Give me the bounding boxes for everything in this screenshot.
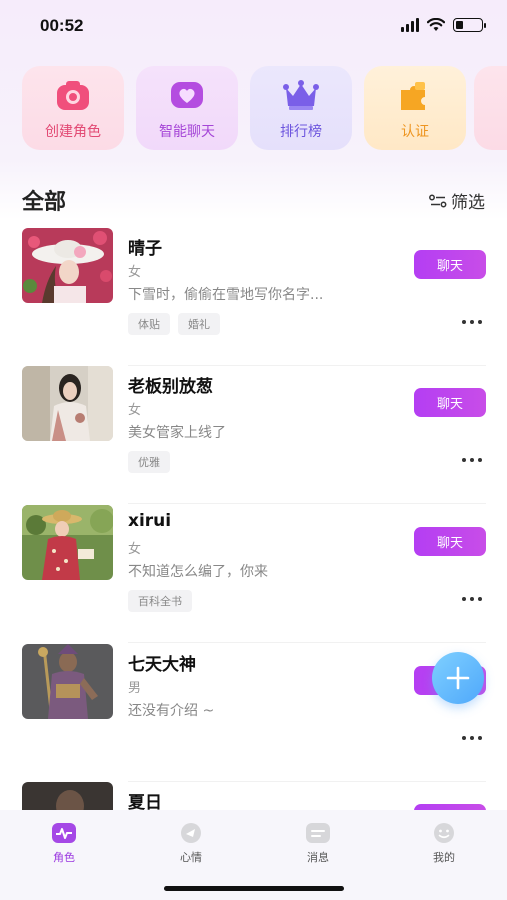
character-desc: 不知道怎么编了，你来 [128, 564, 268, 580]
tab-profile[interactable]: 我的 [404, 822, 484, 865]
divider [128, 642, 486, 643]
section-title: 全部 [22, 190, 67, 215]
character-avatar [22, 228, 113, 303]
character-desc: 还没有介绍 ~ [128, 703, 215, 719]
character-avatar [22, 505, 113, 580]
filter-label: 筛选 [451, 193, 485, 213]
status-time: 00:52 [40, 16, 84, 35]
camera-icon [57, 81, 89, 110]
character-gender: 女 [128, 403, 142, 418]
character-card[interactable]: xirui 女 不知道怎么编了，你来 百科全书 聊天 [22, 505, 486, 643]
tag: 体贴 [128, 313, 170, 335]
character-avatar [22, 366, 113, 441]
profile-icon [434, 823, 454, 843]
character-gender: 男 [128, 681, 142, 696]
shortcut-label: 创建角色 [45, 124, 101, 140]
message-icon [306, 823, 330, 843]
plus-icon [446, 666, 470, 690]
tab-label: 心情 [180, 851, 202, 864]
more-icon[interactable] [462, 597, 482, 601]
tag: 优雅 [128, 451, 170, 473]
character-desc: 下雪时，偷偷在雪地写你名字... [128, 287, 324, 303]
character-name: xirui [128, 511, 172, 531]
heart-chat-icon [171, 82, 203, 108]
home-indicator [164, 886, 344, 891]
crown-icon [283, 80, 319, 110]
tag-list: 体贴 婚礼 [128, 313, 220, 335]
character-card[interactable]: 七天大神 男 还没有介绍 ~ 聊天 [22, 644, 486, 782]
character-card[interactable]: 晴子 女 下雪时，偷偷在雪地写你名字... 体贴 婚礼 聊天 [22, 228, 486, 366]
tag: 百科全书 [128, 590, 192, 612]
shortcut-label: 排行榜 [280, 124, 322, 140]
tab-role[interactable]: 角色 [24, 822, 104, 865]
more-icon[interactable] [462, 320, 482, 324]
character-name: 晴子 [128, 239, 162, 259]
status-icons [401, 18, 486, 32]
tab-label: 角色 [53, 851, 75, 864]
tag: 婚礼 [178, 313, 220, 335]
chat-button[interactable]: 聊天 [414, 388, 486, 417]
chat-button[interactable]: 聊天 [414, 250, 486, 279]
shortcut-peek[interactable] [474, 66, 507, 150]
tab-mood[interactable]: 心情 [151, 822, 231, 865]
puzzle-icon [401, 82, 425, 110]
shortcut-smart-chat[interactable]: 智能聊天 [136, 66, 238, 150]
character-avatar [22, 644, 113, 719]
shortcut-label: 智能聊天 [159, 124, 215, 140]
wifi-icon [427, 18, 445, 31]
tag-list: 百科全书 [128, 590, 192, 612]
add-button[interactable] [432, 652, 484, 704]
character-name: 老板别放葱 [128, 377, 213, 397]
character-gender: 女 [128, 542, 142, 557]
shortcut-label: 认证 [401, 124, 429, 140]
filter-button[interactable]: 筛选 [429, 188, 485, 213]
chat-button[interactable]: 聊天 [414, 527, 486, 556]
character-desc: 美女管家上线了 [128, 425, 226, 441]
mood-icon [181, 823, 201, 843]
status-bar: 00:52 [0, 0, 507, 56]
divider [128, 503, 486, 504]
tab-label: 我的 [433, 851, 455, 864]
battery-icon [453, 18, 486, 32]
filter-icon [429, 194, 447, 207]
tab-message[interactable]: 消息 [278, 822, 358, 865]
role-icon [52, 823, 76, 843]
tag-list: 优雅 [128, 451, 170, 473]
signal-icon [401, 18, 419, 32]
character-card[interactable]: 老板别放葱 女 美女管家上线了 优雅 聊天 [22, 366, 486, 504]
character-gender: 女 [128, 265, 142, 280]
more-icon[interactable] [462, 458, 482, 462]
character-name: 七天大神 [128, 655, 196, 675]
shortcut-row: 创建角色 智能聊天 排行榜 认证 [22, 66, 466, 150]
shortcut-verify[interactable]: 认证 [364, 66, 466, 150]
shortcut-ranking[interactable]: 排行榜 [250, 66, 352, 150]
tab-label: 消息 [307, 851, 329, 864]
shortcut-create-role[interactable]: 创建角色 [22, 66, 124, 150]
more-icon[interactable] [462, 736, 482, 740]
